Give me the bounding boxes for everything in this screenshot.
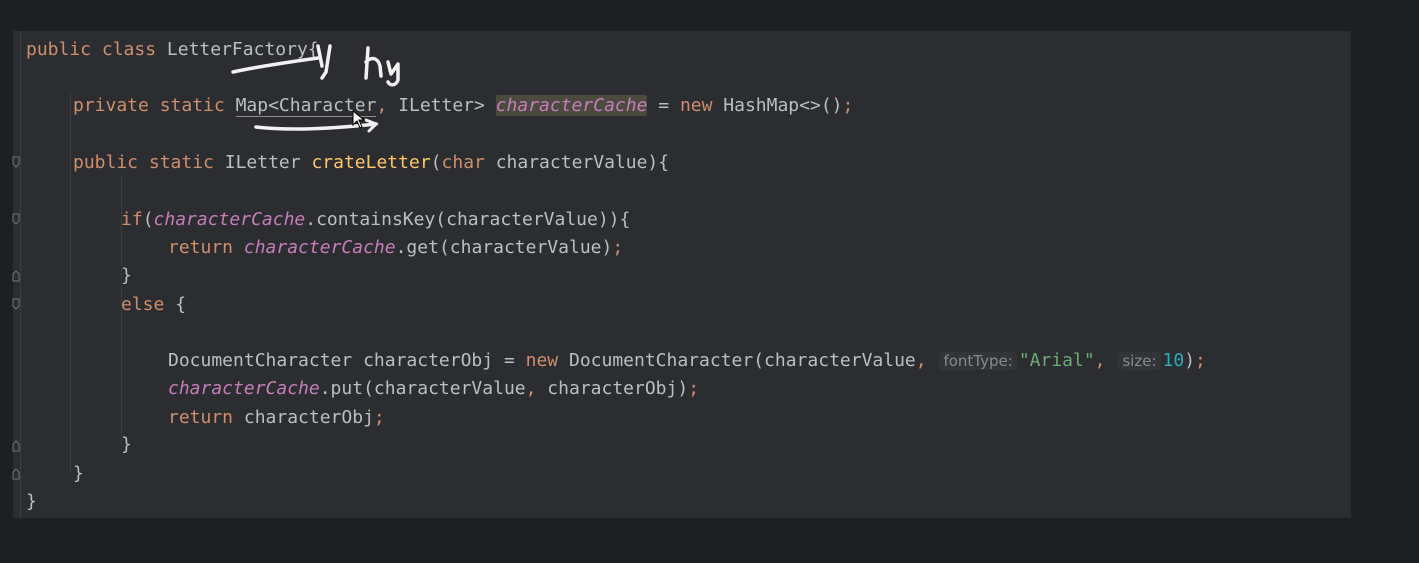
expression: .put(characterValue [319, 378, 526, 399]
number-literal: 10 [1162, 350, 1185, 371]
punctuation: ( [430, 152, 442, 173]
string-literal: "Arial" [1018, 350, 1095, 371]
field-name: characterCache [243, 237, 396, 258]
keyword: new [525, 350, 559, 371]
semicolon: ; [842, 95, 854, 116]
code-line: } [73, 463, 84, 484]
code-line: else { [121, 293, 186, 317]
expression: HashMap<>() [712, 95, 843, 116]
code-line: if(characterCache.containsKey(characterV… [121, 208, 630, 232]
expression: characterObj) [536, 378, 689, 399]
field-name: characterCache [153, 209, 306, 230]
punctuation: ( [142, 209, 154, 230]
keyword: public [73, 152, 139, 173]
semicolon: ; [373, 407, 385, 428]
keyword: if [121, 209, 143, 230]
keyword: public [26, 39, 92, 60]
keyword: char [441, 152, 485, 173]
keyword: static [159, 95, 225, 116]
keyword: return [168, 407, 234, 428]
parameter-hint: fontType: [939, 352, 1017, 370]
expression: .get(characterValue) [395, 237, 613, 258]
code-line: public class LetterFactory{ [26, 38, 319, 62]
keyword: return [168, 237, 234, 258]
parameter-hint: size: [1118, 352, 1161, 370]
code-line: return characterCache.get(characterValue… [168, 236, 623, 260]
field-name: characterCache [495, 95, 648, 116]
brace: { [164, 294, 187, 315]
mouse-pointer-icon [352, 110, 366, 129]
code-line: } [26, 491, 37, 512]
operator: = [647, 95, 680, 116]
class-name: LetterFactory [166, 39, 308, 60]
semicolon: ; [612, 237, 624, 258]
declaration: DocumentCharacter characterObj = [168, 350, 526, 371]
punctuation: , [525, 378, 537, 399]
semicolon: ; [688, 378, 700, 399]
keyword: class [101, 39, 157, 60]
punctuation: , [1094, 350, 1106, 371]
keyword: new [679, 95, 713, 116]
keyword: else [121, 294, 165, 315]
code-line: DocumentCharacter characterObj = new Doc… [168, 349, 1206, 373]
method-name: crateLetter [311, 152, 431, 173]
code-line: characterCache.put(characterValue, chara… [168, 377, 699, 401]
semicolon: ; [1195, 350, 1206, 371]
code-line: } [121, 265, 132, 286]
expression: .containsKey(characterValue)){ [305, 209, 631, 230]
code-line: public static ILetter crateLetter(char c… [73, 151, 669, 175]
code-area[interactable]: public class LetterFactory{ private stat… [13, 31, 1351, 518]
field-name: characterCache [168, 378, 320, 399]
expression: characterObj [233, 407, 374, 428]
punctuation: , [915, 350, 927, 371]
expression: DocumentCharacter(characterValue [558, 350, 916, 371]
brace: { [307, 39, 319, 60]
punctuation: , [376, 95, 388, 116]
punctuation: ) [1184, 350, 1196, 371]
code-line: return characterObj; [168, 406, 385, 430]
parameter: characterValue){ [484, 152, 670, 173]
type-name: ILetter> [387, 95, 485, 116]
keyword: static [148, 152, 214, 173]
type-name: ILetter [213, 152, 312, 173]
code-line: } [121, 434, 132, 455]
code-line: private static Map<Character, ILetter> c… [73, 94, 853, 118]
code-editor[interactable]: public class LetterFactory{ private stat… [12, 31, 1351, 518]
keyword: private [73, 95, 149, 116]
